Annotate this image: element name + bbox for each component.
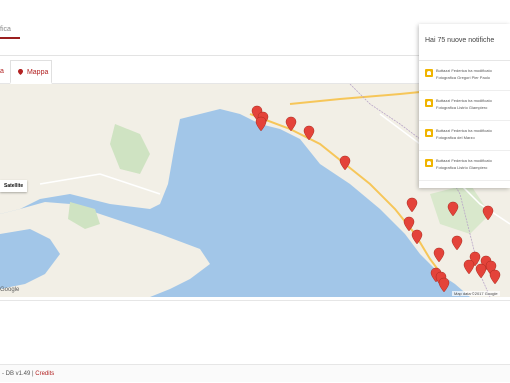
notification-item[interactable]: Buttazzi Federica ha modificato Fotograf… [419, 121, 510, 151]
tab-mappa[interactable]: Mappa [10, 60, 52, 84]
bell-icon [425, 99, 433, 107]
divider [0, 300, 510, 301]
notifications-panel: Hai 75 nuove notifiche Buttazzi Federica… [419, 24, 510, 188]
notification-line2: Fotografica Listrio Giampiero [436, 165, 488, 170]
map-credits[interactable]: Map data ©2017 Google [452, 291, 500, 296]
footer: - DB v1.49 | Credits [0, 364, 510, 382]
notifications-header: Hai 75 nuove notifiche [419, 24, 510, 61]
notification-item[interactable]: Buttazzi Federica ha modificato Fotograf… [419, 151, 510, 181]
notification-line1: Buttazzi Federica ha modificato [436, 128, 492, 133]
marker [255, 116, 267, 132]
notification-line2: Fotografica del Marzo [436, 135, 475, 140]
map-type-control[interactable]: Satellite [0, 180, 28, 192]
map-pin-icon [18, 69, 23, 75]
notification-item[interactable]: Buttazzi Federica ha modificato Fotograf… [419, 61, 510, 91]
tab-mappa-label: Mappa [26, 69, 49, 76]
breadcrumb-underline [0, 37, 20, 39]
marker [438, 277, 450, 293]
footer-version: - DB v1.49 [2, 371, 31, 377]
footer-separator: | [32, 371, 34, 377]
bell-icon [425, 129, 433, 137]
breadcrumb[interactable]: fica [0, 26, 11, 33]
notification-item[interactable]: Buttazzi Federica ha modificato Fotograf… [419, 91, 510, 121]
notification-line1: Buttazzi Federica ha modificato [436, 158, 492, 163]
bell-icon [425, 159, 433, 167]
google-logo: Google [0, 287, 20, 293]
notification-line2: Fotografica Gregori Pier Paolo [436, 75, 491, 80]
notification-line2: Fotografica Listrio Giampiero [436, 105, 488, 110]
tab-previous[interactable]: a [0, 60, 10, 84]
notification-line1: Buttazzi Federica ha modificato [436, 68, 492, 73]
map-type-satellite[interactable]: Satellite [0, 180, 27, 192]
bell-icon [425, 69, 433, 77]
credits-link[interactable]: Credits [35, 371, 54, 377]
notification-line1: Buttazzi Federica ha modificato [436, 98, 492, 103]
